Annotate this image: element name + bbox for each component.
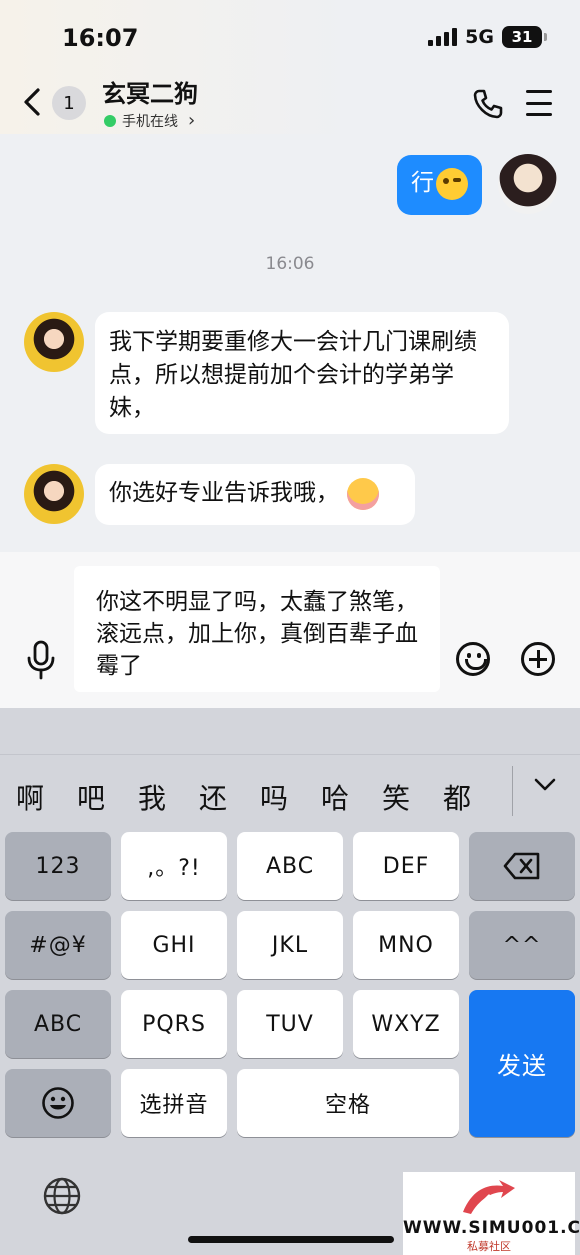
contact-status-label: 手机在线 <box>122 113 178 130</box>
home-indicator[interactable] <box>188 1236 394 1243</box>
message-bubble-out[interactable]: 行 <box>397 155 482 215</box>
contact-name[interactable]: 玄冥二狗 <box>102 74 198 109</box>
status-indicators: 5G 31 <box>428 26 547 48</box>
status-time: 16:07 <box>62 24 139 52</box>
signal-icon <box>428 28 458 46</box>
message-text: 行 <box>411 170 434 196</box>
my-avatar[interactable] <box>498 154 558 214</box>
status-bar: 16:07 5G 31 <box>0 0 580 72</box>
chat-header: 1 玄冥二狗 手机在线 › <box>0 72 580 134</box>
menu-icon[interactable] <box>526 90 552 116</box>
send-button[interactable]: 发送 <box>469 990 575 1137</box>
key-symbols[interactable]: #@¥ <box>5 911 111 979</box>
key-wxyz[interactable]: WXYZ <box>353 990 459 1058</box>
candidate-word[interactable]: 吧 <box>77 777 105 817</box>
message-input[interactable]: 你这不明显了吗，太蠢了煞笔，滚远点，加上你，真倒百辈子血霉了 <box>74 566 440 692</box>
chevron-down-icon[interactable] <box>534 778 556 792</box>
contact-status[interactable]: 手机在线 › <box>104 110 195 131</box>
laughing-emoji-icon <box>436 167 468 200</box>
unread-badge[interactable]: 1 <box>52 86 86 120</box>
candidate-word[interactable]: 都 <box>443 777 471 817</box>
back-chevron-icon[interactable] <box>20 86 44 118</box>
watermark-url: WWW.SIMU001.CN <box>403 1218 580 1238</box>
candidate-word[interactable]: 还 <box>199 777 227 817</box>
emoji-picker-icon[interactable] <box>456 642 490 676</box>
message-bubble-in[interactable]: 你选好专业告诉我哦， <box>95 464 415 525</box>
hugging-emoji-icon <box>347 477 379 510</box>
input-bar: 你这不明显了吗，太蠢了煞笔，滚远点，加上你，真倒百辈子血霉了 <box>0 552 580 708</box>
key-punctuation[interactable]: ,。?! <box>121 832 227 900</box>
message-bubble-in[interactable]: 我下学期要重修大一会计几门课刷绩点，所以想提前加个会计的学弟学妹， <box>95 312 509 434</box>
key-jkl[interactable]: JKL <box>237 911 343 979</box>
chevron-right-icon: › <box>188 110 196 131</box>
watermark-logo-icon <box>463 1180 515 1214</box>
message-text: 我下学期要重修大一会计几门课刷绩点，所以想提前加个会计的学弟学妹， <box>109 329 477 421</box>
key-mno[interactable]: MNO <box>353 911 459 979</box>
key-select-pinyin[interactable]: 选拼音 <box>121 1069 227 1137</box>
candidate-word[interactable]: 吗 <box>260 777 288 817</box>
candidate-word[interactable]: 哈 <box>321 777 349 817</box>
contact-avatar[interactable] <box>24 312 84 372</box>
keyboard: 啊 吧 我 还 吗 哈 笑 都 123 ,。?! ABC DEF #@¥ GHI… <box>0 708 580 1255</box>
candidate-word[interactable]: 啊 <box>16 777 44 817</box>
key-abc-switch[interactable]: ABC <box>5 990 111 1058</box>
online-dot-icon <box>104 114 116 127</box>
backspace-icon <box>503 852 540 880</box>
phone-icon[interactable] <box>472 88 504 120</box>
key-123[interactable]: 123 <box>5 832 111 900</box>
key-abc[interactable]: ABC <box>237 832 343 900</box>
microphone-icon[interactable] <box>26 640 56 680</box>
key-ghi[interactable]: GHI <box>121 911 227 979</box>
add-attachment-icon[interactable] <box>521 642 555 676</box>
key-tuv[interactable]: TUV <box>237 990 343 1058</box>
candidate-divider <box>512 766 513 816</box>
candidate-bar: 啊 吧 我 还 吗 哈 笑 都 <box>0 754 580 824</box>
message-timestamp: 16:06 <box>265 254 315 274</box>
key-backspace[interactable] <box>469 832 575 900</box>
candidate-word[interactable]: 笑 <box>382 777 410 817</box>
network-type: 5G <box>465 26 494 48</box>
contact-avatar[interactable] <box>24 464 84 524</box>
watermark: WWW.SIMU001.CN 私募社区 <box>403 1172 580 1255</box>
emoji-icon <box>42 1087 74 1119</box>
battery-icon: 31 <box>502 26 547 48</box>
key-def[interactable]: DEF <box>353 832 459 900</box>
key-pqrs[interactable]: PQRS <box>121 990 227 1058</box>
candidate-word[interactable]: 我 <box>138 777 166 817</box>
globe-icon[interactable] <box>42 1176 82 1216</box>
watermark-subtitle: 私募社区 <box>467 1240 511 1253</box>
key-space[interactable]: 空格 <box>237 1069 459 1137</box>
key-kaomoji[interactable]: ^^ <box>469 911 575 979</box>
key-emoji[interactable] <box>5 1069 111 1137</box>
message-text: 你选好专业告诉我哦， <box>109 480 339 506</box>
